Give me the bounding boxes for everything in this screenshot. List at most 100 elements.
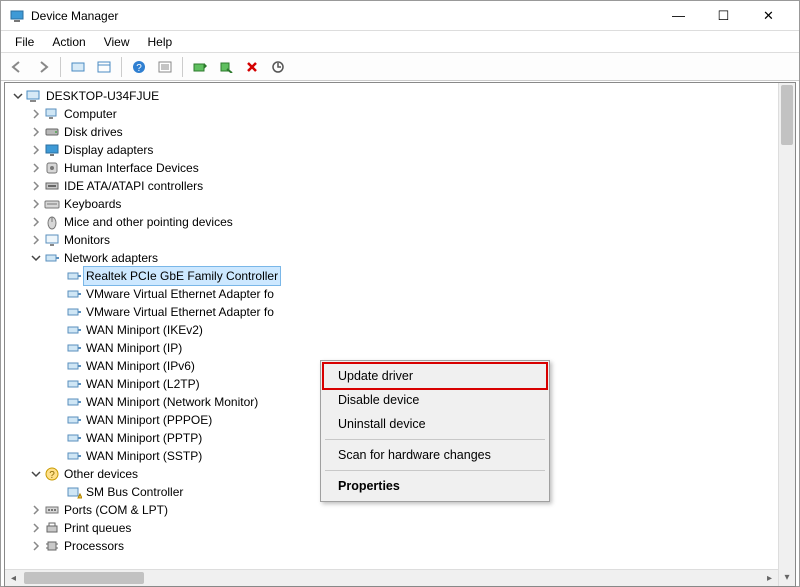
- update-driver-icon[interactable]: [188, 56, 212, 78]
- tree-item-label: Processors: [64, 537, 124, 555]
- menu-action[interactable]: Action: [44, 33, 93, 51]
- tree-device[interactable]: WAN Miniport (IKEv2): [5, 321, 778, 339]
- tree-category[interactable]: Processors: [5, 537, 778, 555]
- tree-category[interactable]: IDE ATA/ATAPI controllers: [5, 177, 778, 195]
- printer-icon: [44, 520, 60, 536]
- expand-icon[interactable]: [29, 143, 43, 157]
- tree-item-label: Mice and other pointing devices: [64, 213, 233, 231]
- hscroll-thumb[interactable]: [24, 572, 144, 584]
- properties-icon[interactable]: [153, 56, 177, 78]
- other-icon: ?: [44, 466, 60, 482]
- uninstall-icon[interactable]: [214, 56, 238, 78]
- tree-category[interactable]: Ports (COM & LPT): [5, 501, 778, 519]
- tree-item-label: DESKTOP-U34FJUE: [46, 87, 159, 105]
- forward-icon[interactable]: [31, 56, 55, 78]
- scroll-thumb[interactable]: [781, 85, 793, 145]
- mouse-icon: [44, 214, 60, 230]
- tree-device[interactable]: WAN Miniport (IP): [5, 339, 778, 357]
- warning-device-icon: !: [66, 484, 82, 500]
- horizontal-scrollbar[interactable]: ◂ ▸: [5, 569, 778, 586]
- app-icon: [9, 8, 25, 24]
- tree-item-label: WAN Miniport (SSTP): [86, 447, 202, 465]
- expand-icon[interactable]: [29, 161, 43, 175]
- tree-item-label: Disk drives: [64, 123, 123, 141]
- menu-file[interactable]: File: [7, 33, 42, 51]
- ports-icon: [44, 502, 60, 518]
- tree-category[interactable]: Human Interface Devices: [5, 159, 778, 177]
- expand-icon[interactable]: [29, 107, 43, 121]
- display-icon: [44, 142, 60, 158]
- properties-pane-icon[interactable]: [92, 56, 116, 78]
- context-properties[interactable]: Properties: [324, 474, 546, 498]
- minimize-button[interactable]: —: [656, 2, 701, 30]
- device-tree[interactable]: DESKTOP-U34FJUEComputerDisk drivesDispla…: [5, 83, 795, 586]
- network-icon: [44, 250, 60, 266]
- disk-icon: [44, 124, 60, 140]
- tree-category[interactable]: Disk drives: [5, 123, 778, 141]
- expand-icon[interactable]: [29, 503, 43, 517]
- menu-help[interactable]: Help: [140, 33, 181, 51]
- collapse-icon[interactable]: [29, 467, 43, 481]
- window-title: Device Manager: [31, 9, 656, 23]
- expand-icon[interactable]: [29, 215, 43, 229]
- back-icon[interactable]: [5, 56, 29, 78]
- tree-item-label: Computer: [64, 105, 117, 123]
- expand-icon[interactable]: [29, 539, 43, 553]
- context-update-driver[interactable]: Update driver: [324, 364, 546, 388]
- content-area: DESKTOP-U34FJUEComputerDisk drivesDispla…: [4, 82, 796, 587]
- network-icon: [66, 358, 82, 374]
- network-icon: [66, 412, 82, 428]
- network-icon: [66, 286, 82, 302]
- expand-icon[interactable]: [29, 179, 43, 193]
- help-icon[interactable]: ?: [127, 56, 151, 78]
- collapse-icon[interactable]: [11, 89, 25, 103]
- maximize-button[interactable]: ☐: [701, 2, 746, 30]
- collapse-icon[interactable]: [29, 251, 43, 265]
- vertical-scrollbar[interactable]: ▴ ▾: [778, 83, 795, 586]
- expand-icon[interactable]: [29, 125, 43, 139]
- tree-device[interactable]: VMware Virtual Ethernet Adapter fo: [5, 303, 778, 321]
- expander-spacer: [51, 431, 65, 445]
- tree-item-label: Realtek PCIe GbE Family Controller: [83, 266, 281, 286]
- tree-item-label: WAN Miniport (Network Monitor): [86, 393, 258, 411]
- toolbar-separator: [182, 57, 183, 77]
- tree-category[interactable]: Computer: [5, 105, 778, 123]
- delete-icon[interactable]: [240, 56, 264, 78]
- context-scan-hardware[interactable]: Scan for hardware changes: [324, 443, 546, 467]
- expander-spacer: [51, 395, 65, 409]
- toolbar: ?: [1, 53, 799, 81]
- tree-category[interactable]: Keyboards: [5, 195, 778, 213]
- tree-category[interactable]: Mice and other pointing devices: [5, 213, 778, 231]
- tree-item-label: Display adapters: [64, 141, 153, 159]
- close-button[interactable]: ✕: [746, 2, 791, 30]
- menu-view[interactable]: View: [96, 33, 138, 51]
- scroll-left-icon[interactable]: ◂: [5, 570, 22, 586]
- context-menu: Update driver Disable device Uninstall d…: [320, 360, 550, 502]
- expand-icon[interactable]: [29, 233, 43, 247]
- network-icon: [66, 448, 82, 464]
- network-icon: [66, 376, 82, 392]
- tree-item-label: Monitors: [64, 231, 110, 249]
- context-disable-device[interactable]: Disable device: [324, 388, 546, 412]
- show-hidden-icon[interactable]: [66, 56, 90, 78]
- tree-device[interactable]: Realtek PCIe GbE Family Controller: [5, 267, 778, 285]
- window-buttons: — ☐ ✕: [656, 2, 791, 30]
- context-uninstall-device[interactable]: Uninstall device: [324, 412, 546, 436]
- expand-icon[interactable]: [29, 521, 43, 535]
- expander-spacer: [51, 359, 65, 373]
- scroll-right-icon[interactable]: ▸: [761, 570, 778, 586]
- tree-category[interactable]: Print queues: [5, 519, 778, 537]
- toolbar-separator: [121, 57, 122, 77]
- scroll-down-icon[interactable]: ▾: [779, 569, 795, 586]
- network-icon: [66, 304, 82, 320]
- tree-category[interactable]: Network adapters: [5, 249, 778, 267]
- tree-root[interactable]: DESKTOP-U34FJUE: [5, 87, 778, 105]
- tree-category[interactable]: Display adapters: [5, 141, 778, 159]
- tree-device[interactable]: VMware Virtual Ethernet Adapter fo: [5, 285, 778, 303]
- titlebar: Device Manager — ☐ ✕: [1, 1, 799, 31]
- computer-icon: [44, 106, 60, 122]
- expand-icon[interactable]: [29, 197, 43, 211]
- scan-hardware-icon[interactable]: [266, 56, 290, 78]
- hid-icon: [44, 160, 60, 176]
- tree-category[interactable]: Monitors: [5, 231, 778, 249]
